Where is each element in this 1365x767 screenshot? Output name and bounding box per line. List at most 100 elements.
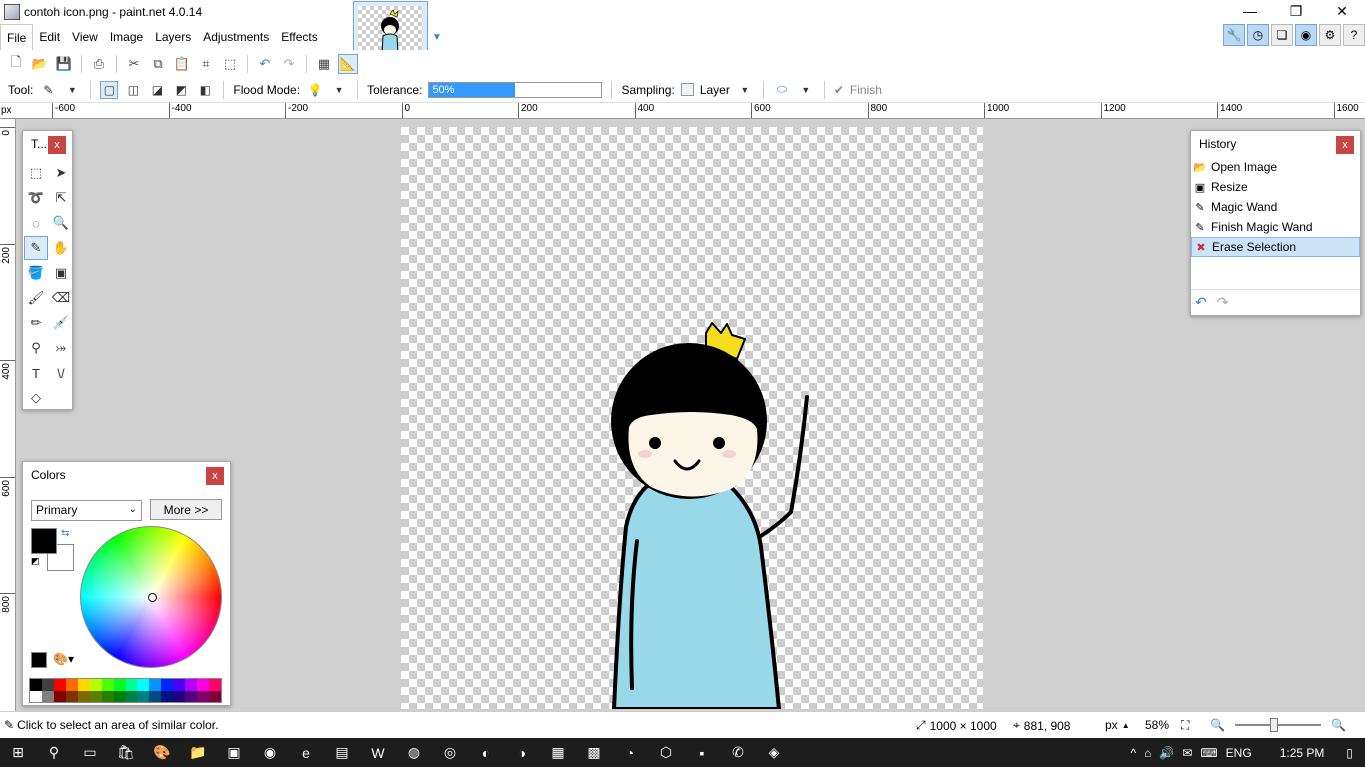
- paint-bucket-icon[interactable]: 🪣: [24, 261, 48, 285]
- palette-swatch[interactable]: [173, 690, 186, 702]
- palette-swatch[interactable]: [41, 690, 54, 702]
- zoom-slider-thumb[interactable]: [1270, 718, 1278, 732]
- unit-selector[interactable]: px ▲: [1105, 718, 1130, 732]
- keyboard-icon[interactable]: ⌨: [1200, 746, 1217, 760]
- eraser-icon[interactable]: ⌫: [49, 286, 73, 310]
- app-icon[interactable]: ▤: [324, 738, 360, 767]
- zoom-in-icon[interactable]: 🔍: [1331, 718, 1346, 732]
- palette-swatch[interactable]: [161, 679, 174, 691]
- zoom-out-icon[interactable]: 🔍: [1210, 718, 1225, 732]
- history-panel-header[interactable]: History x: [1191, 131, 1360, 157]
- selection-mode-invert-icon[interactable]: ◧: [196, 81, 214, 99]
- file-explorer-icon[interactable]: 📁: [180, 738, 216, 767]
- image-canvas[interactable]: [401, 127, 983, 709]
- history-redo-icon[interactable]: ↷: [1217, 294, 1229, 311]
- language-indicator[interactable]: ENG: [1226, 746, 1252, 760]
- colors-window-toggle-icon[interactable]: ◉: [1295, 24, 1317, 46]
- redo-icon[interactable]: ↷: [279, 54, 299, 74]
- more-colors-button[interactable]: More >>: [150, 499, 222, 520]
- menu-effects[interactable]: Effects: [275, 24, 323, 50]
- chevron-down-icon[interactable]: ▼: [736, 81, 754, 99]
- tray-chevron-up-icon[interactable]: ^: [1130, 746, 1136, 760]
- palette-swatch[interactable]: [77, 690, 90, 702]
- finish-button[interactable]: Finish: [850, 83, 882, 97]
- grid-icon[interactable]: ▦: [314, 54, 334, 74]
- menu-adjustments[interactable]: Adjustments: [197, 24, 275, 50]
- history-item[interactable]: ✖ Erase Selection: [1191, 237, 1360, 257]
- app-icon[interactable]: ◔: [612, 738, 648, 767]
- rulers-icon[interactable]: 📐: [338, 53, 358, 74]
- palette-swatch[interactable]: [77, 679, 90, 691]
- minimize-button[interactable]: —: [1227, 0, 1273, 22]
- palette-swatch[interactable]: [113, 679, 126, 691]
- lasso-select-icon[interactable]: ➰: [24, 186, 48, 210]
- gradient-icon[interactable]: ▣: [49, 261, 73, 285]
- palette-swatch[interactable]: [209, 690, 221, 702]
- clone-stamp-icon[interactable]: ⚲: [24, 336, 48, 360]
- word-icon[interactable]: W: [360, 738, 396, 767]
- zoom-icon[interactable]: 🔍: [49, 211, 73, 235]
- move-selection-icon[interactable]: ⇱: [49, 186, 73, 210]
- app-icon[interactable]: ▩: [576, 738, 612, 767]
- deselect-icon[interactable]: ⬚: [220, 54, 240, 74]
- print-icon[interactable]: ⎙: [89, 54, 109, 74]
- ellipse-select-icon[interactable]: ◌: [24, 211, 48, 235]
- palette-swatch[interactable]: [89, 679, 102, 691]
- shapes-icon[interactable]: ◇: [24, 386, 48, 410]
- whatsapp-icon[interactable]: ✆: [720, 738, 756, 767]
- history-window-toggle-icon[interactable]: ◷: [1247, 24, 1269, 46]
- palette-swatch[interactable]: [125, 679, 138, 691]
- palette-swatch[interactable]: [89, 690, 102, 702]
- app-icon[interactable]: ▦: [540, 738, 576, 767]
- palette-swatch[interactable]: [101, 690, 114, 702]
- history-panel-close-button[interactable]: x: [1336, 136, 1354, 154]
- chrome-icon[interactable]: ◎: [432, 738, 468, 767]
- palette-swatch[interactable]: [137, 679, 150, 691]
- tools-panel-close-button[interactable]: x: [48, 136, 66, 154]
- sampling-layer-icon[interactable]: [680, 83, 694, 96]
- palette-swatch[interactable]: [53, 679, 66, 691]
- app-icon[interactable]: ◈: [756, 738, 792, 767]
- flood-mode-icon[interactable]: 💡: [306, 81, 324, 99]
- history-item[interactable]: ✎ Finish Magic Wand: [1191, 217, 1360, 237]
- maximize-button[interactable]: ❐: [1273, 0, 1319, 22]
- help-icon[interactable]: ?: [1343, 24, 1365, 46]
- antialiasing-icon[interactable]: ⬭: [773, 81, 791, 99]
- app-icon[interactable]: ⬡: [648, 738, 684, 767]
- chevron-down-icon[interactable]: ▼: [63, 81, 81, 99]
- undo-icon[interactable]: ↶: [255, 54, 275, 74]
- selection-mode-replace-icon[interactable]: ▢: [100, 80, 119, 99]
- chevron-down-icon[interactable]: ▼: [330, 81, 348, 99]
- color-wheel[interactable]: [80, 526, 222, 668]
- save-icon[interactable]: 💾: [54, 54, 74, 74]
- magic-wand-tool-icon[interactable]: ✎: [39, 81, 57, 99]
- palette-swatch[interactable]: [185, 690, 198, 702]
- tools-window-toggle-icon[interactable]: 🔧: [1223, 24, 1245, 46]
- edge-browser-icon[interactable]: e: [288, 738, 324, 767]
- colors-panel-header[interactable]: Colors x: [23, 462, 230, 488]
- palette-swatch[interactable]: [113, 690, 126, 702]
- store-icon[interactable]: 🛍: [108, 738, 144, 767]
- history-item[interactable]: ✎ Magic Wand: [1191, 197, 1360, 217]
- rectangle-select-icon[interactable]: ⬚: [24, 161, 48, 185]
- palette-swatch[interactable]: [65, 679, 78, 691]
- layers-window-toggle-icon[interactable]: ❏: [1271, 24, 1293, 46]
- palette-swatch[interactable]: [173, 679, 186, 691]
- swap-colors-icon[interactable]: ⇆: [61, 528, 69, 539]
- selection-mode-union-icon[interactable]: ◫: [124, 81, 142, 99]
- zoom-slider[interactable]: [1235, 718, 1321, 732]
- menu-file[interactable]: File: [0, 24, 34, 50]
- action-center-icon[interactable]: ▯: [1346, 746, 1353, 760]
- app-icon[interactable]: ◑: [504, 738, 540, 767]
- tools-panel-header[interactable]: T... x: [23, 131, 72, 157]
- text-icon[interactable]: T: [24, 361, 48, 385]
- app-icon[interactable]: ▪: [684, 738, 720, 767]
- history-undo-icon[interactable]: ↶: [1195, 294, 1207, 311]
- menu-layers[interactable]: Layers: [149, 24, 197, 50]
- move-selected-pixels-icon[interactable]: ➤: [49, 161, 73, 185]
- crop-icon[interactable]: ⌗: [196, 54, 216, 74]
- color-palette[interactable]: [29, 678, 222, 703]
- cut-icon[interactable]: ✂: [124, 54, 144, 74]
- pan-hand-icon[interactable]: ✋: [49, 236, 73, 260]
- palette-swatch[interactable]: [137, 690, 150, 702]
